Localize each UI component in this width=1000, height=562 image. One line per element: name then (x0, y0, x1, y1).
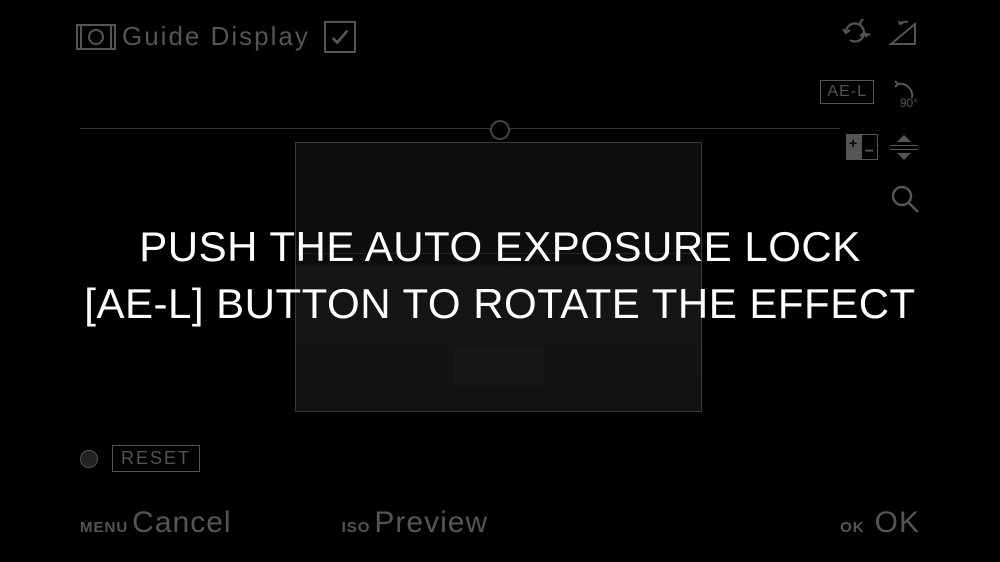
instruction-overlay: PUSH THE AUTO EXPOSURE LOCK [AE-L] BUTTO… (0, 0, 1000, 562)
instruction-line-1: PUSH THE AUTO EXPOSURE LOCK (139, 219, 860, 276)
instruction-line-2: [AE-L] BUTTON TO ROTATE THE EFFECT (84, 276, 915, 333)
